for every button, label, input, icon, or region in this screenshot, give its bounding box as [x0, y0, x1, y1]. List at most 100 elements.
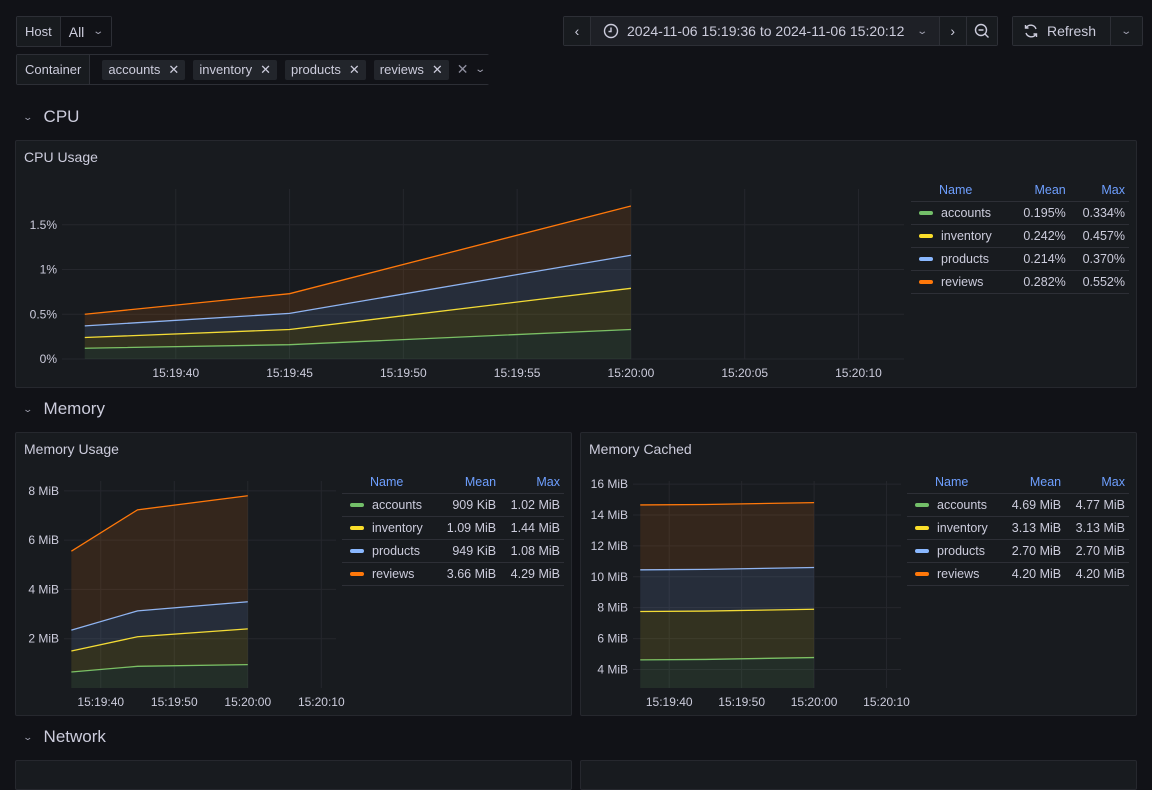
y-tick-label: 16 MiB [591, 477, 628, 491]
legend-header: Name Mean Max [911, 179, 1129, 202]
chevron-down-icon[interactable]: ⌄ [475, 64, 487, 75]
remove-icon[interactable]: ✕ [260, 62, 271, 78]
x-tick-label: 15:19:40 [646, 695, 693, 709]
section-memory[interactable]: ⌄ Memory [22, 399, 104, 419]
legend-max: 0.370% [1069, 247, 1129, 271]
memory-usage-chart[interactable]: 2 MiB 4 MiB 6 MiB 8 MiB 15:19:40 15:19:50 15:2… [16, 433, 346, 717]
legend-series-name[interactable]: accounts [911, 201, 1011, 225]
section-cpu[interactable]: ⌄ CPU [22, 107, 79, 127]
legend-row[interactable]: products 2.70 MiB 2.70 MiB [907, 539, 1129, 563]
legend-row[interactable]: accounts 909 KiB 1.02 MiB [342, 493, 564, 517]
chip-label: products [290, 62, 341, 77]
chevron-down-icon: ⌄ [22, 403, 34, 414]
time-range-picker[interactable]: 2024-11-06 15:19:36 to 2024-11-06 15:20:… [591, 17, 940, 45]
legend-row[interactable]: accounts 4.69 MiB 4.77 MiB [907, 493, 1129, 517]
legend-max: 3.13 MiB [1065, 516, 1129, 540]
legend-mean: 1.09 MiB [436, 516, 501, 540]
chevron-down-icon: ⌄ [22, 111, 34, 122]
legend-row[interactable]: accounts 0.195% 0.334% [911, 201, 1129, 225]
legend-header: Name Mean Max [907, 471, 1129, 494]
memory-cached-legend: Name Mean Max accounts 4.69 MiB 4.77 MiB inven… [907, 471, 1129, 586]
legend-max: 0.552% [1069, 270, 1129, 294]
zoom-out-button[interactable] [966, 17, 997, 45]
y-tick-label: 12 MiB [591, 539, 628, 553]
y-tick-label: 10 MiB [591, 570, 628, 584]
chevron-down-icon: ⌄ [1120, 25, 1133, 37]
series-color-swatch [919, 233, 933, 238]
refresh-button[interactable]: Refresh [1013, 17, 1112, 45]
chip-label: reviews [379, 62, 424, 77]
remove-icon[interactable]: ✕ [432, 62, 443, 78]
legend-series-name[interactable]: inventory [342, 516, 437, 540]
panel-memory-usage: Memory Usage 2 MiB 4 MiB 6 MiB 8 MiB 15:19:4… [15, 432, 572, 716]
legend-header-max[interactable]: Max [500, 471, 564, 494]
x-tick-label: 15:19:45 [266, 366, 313, 380]
chevron-down-icon: ⌄ [916, 25, 929, 37]
legend-row[interactable]: reviews 4.20 MiB 4.20 MiB [907, 562, 1129, 586]
legend-row[interactable]: reviews 0.282% 0.552% [911, 270, 1129, 294]
y-tick-label: 0% [40, 352, 58, 366]
time-range-text: 2024-11-06 15:19:36 to 2024-11-06 15:20:… [627, 23, 905, 39]
refresh-icon [1024, 24, 1038, 38]
legend-row[interactable]: products 949 KiB 1.08 MiB [342, 539, 564, 563]
legend-header-mean[interactable]: Mean [1001, 471, 1066, 494]
legend-series-name[interactable]: products [342, 539, 437, 563]
legend-series-name[interactable]: reviews [911, 270, 1011, 294]
time-back-button[interactable]: ‹ [564, 17, 591, 45]
clear-all-icon[interactable]: ✕ [457, 61, 469, 78]
chevron-down-icon: ⌄ [22, 731, 34, 742]
series-color-swatch [915, 502, 929, 507]
section-network[interactable]: ⌄ Network [22, 727, 105, 747]
legend-header-max[interactable]: Max [1069, 179, 1129, 202]
series-color-swatch [919, 210, 933, 215]
legend-row[interactable]: inventory 3.13 MiB 3.13 MiB [907, 516, 1129, 540]
host-variable: Host All ⌄ [16, 16, 112, 47]
legend-max: 0.457% [1069, 224, 1129, 248]
x-tick-label: 15:19:40 [152, 366, 199, 380]
legend-series-name[interactable]: reviews [907, 562, 1002, 586]
memory-cached-chart[interactable]: 4 MiB 6 MiB 8 MiB 10 MiB 12 MiB 14 MiB 16 MiB 1… [581, 433, 911, 717]
legend-header-name[interactable]: Name [907, 471, 1002, 494]
chevron-left-icon: ‹ [574, 23, 580, 39]
legend-header-mean[interactable]: Mean [436, 471, 501, 494]
time-forward-button[interactable]: › [939, 17, 967, 45]
cpu-usage-chart[interactable]: 0% 0.5% 1% 1.5% 15:19:40 15:19:45 15:19:50 15:1… [16, 141, 916, 389]
legend-header-mean[interactable]: Mean [1010, 179, 1070, 202]
refresh-interval-dropdown[interactable]: ⌄ [1111, 17, 1143, 45]
legend-series-name[interactable]: reviews [342, 562, 437, 586]
legend-row[interactable]: products 0.214% 0.370% [911, 247, 1129, 271]
legend-max: 2.70 MiB [1065, 539, 1129, 563]
remove-icon[interactable]: ✕ [349, 62, 360, 78]
legend-row[interactable]: inventory 0.242% 0.457% [911, 224, 1129, 248]
legend-series-name[interactable]: products [911, 247, 1011, 271]
series-color-swatch [915, 525, 929, 530]
chip-accounts: accounts ✕ [102, 59, 186, 80]
remove-icon[interactable]: ✕ [168, 62, 179, 78]
legend-series-name[interactable]: products [907, 539, 1002, 563]
legend-header-name[interactable]: Name [342, 471, 437, 494]
zoom-out-icon [974, 23, 989, 38]
legend-row[interactable]: reviews 3.66 MiB 4.29 MiB [342, 562, 564, 586]
clock-icon [603, 23, 619, 39]
legend-header-max[interactable]: Max [1065, 471, 1129, 494]
y-tick-label: 6 MiB [597, 632, 628, 646]
legend-mean: 0.242% [1010, 224, 1070, 248]
x-tick-label: 15:19:50 [718, 695, 765, 709]
legend-header-name[interactable]: Name [911, 179, 1011, 202]
container-select[interactable]: accounts ✕ inventory ✕ products ✕ reviews ✕ … [90, 55, 493, 84]
x-tick-label: 15:20:00 [224, 695, 271, 709]
y-tick-label: 8 MiB [28, 484, 59, 498]
legend-series-name[interactable]: inventory [907, 516, 1002, 540]
legend-series-name[interactable]: accounts [907, 493, 1002, 517]
host-select[interactable]: All ⌄ [60, 17, 111, 46]
x-tick-label: 15:19:50 [151, 695, 198, 709]
y-tick-label: 8 MiB [597, 601, 628, 615]
legend-series-name[interactable]: inventory [911, 224, 1011, 248]
legend-mean: 0.214% [1010, 247, 1070, 271]
legend-max: 4.29 MiB [500, 562, 564, 586]
refresh-label: Refresh [1047, 23, 1097, 39]
host-value: All [68, 23, 85, 40]
container-label: Container [17, 55, 91, 84]
legend-row[interactable]: inventory 1.09 MiB 1.44 MiB [342, 516, 564, 540]
legend-series-name[interactable]: accounts [342, 493, 437, 517]
